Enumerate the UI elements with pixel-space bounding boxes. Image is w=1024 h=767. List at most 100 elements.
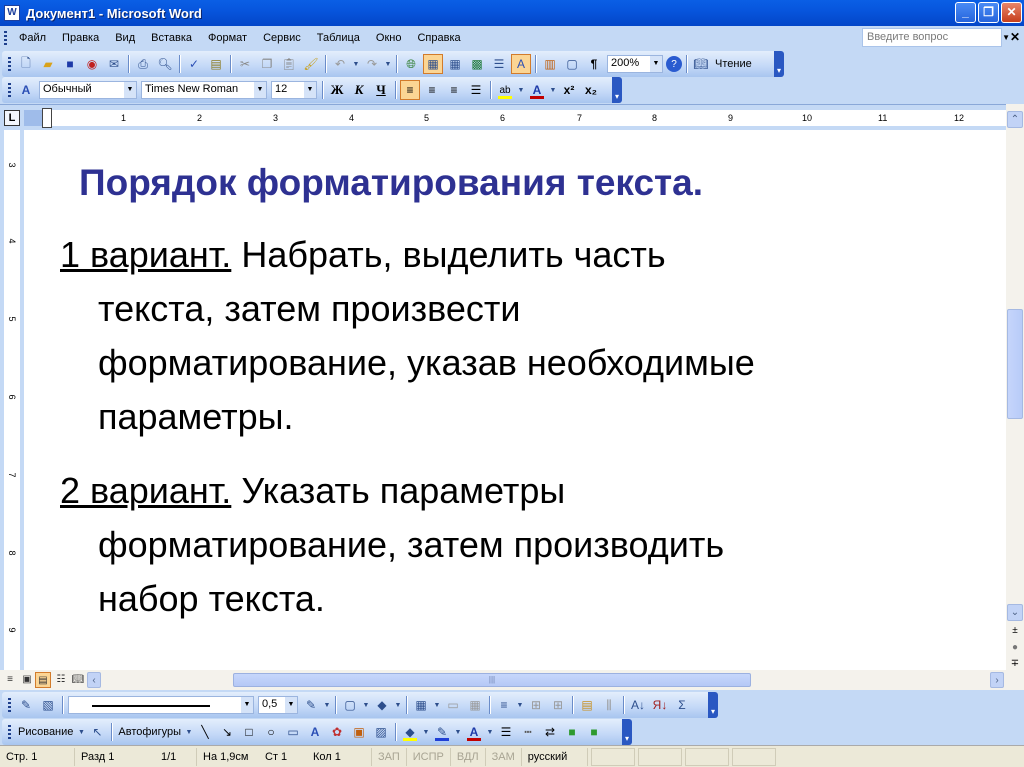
menu-table[interactable]: Таблица — [309, 32, 368, 44]
horizontal-scroll-thumb[interactable]: ||| — [233, 673, 751, 687]
menu-file[interactable]: Файл — [11, 32, 54, 44]
minimize-button[interactable]: _ — [955, 2, 976, 23]
format-painter-icon[interactable]: 🖌︎ — [301, 54, 321, 74]
drawing-dropdown-icon[interactable]: ▼ — [77, 722, 85, 742]
autoshapes-dropdown-icon[interactable]: ▼ — [185, 722, 193, 742]
shading-icon[interactable]: ◆ — [372, 695, 392, 715]
dash-style-icon[interactable]: ┅ — [518, 722, 538, 742]
ruler-strip[interactable]: 1 2 3 4 5 6 7 8 9 10 11 12 — [24, 110, 1006, 126]
cut-icon[interactable]: ✂ — [235, 54, 255, 74]
status-trk[interactable]: ИСПР — [407, 747, 451, 766]
menu-window[interactable]: Окно — [368, 32, 410, 44]
shadow-style-icon[interactable]: ■ — [562, 722, 582, 742]
diagram-icon[interactable]: ✿ — [327, 722, 347, 742]
redo-icon[interactable]: ↷ — [362, 54, 382, 74]
permission-icon[interactable]: ◉ — [82, 54, 102, 74]
font-color-dropdown-icon[interactable]: ▼ — [549, 80, 557, 100]
align-cell-icon[interactable]: ≡ — [494, 695, 514, 715]
menu-edit[interactable]: Правка — [54, 32, 107, 44]
previous-page-button[interactable]: ± — [1008, 625, 1022, 636]
toolbar-options-icon[interactable]: ▾ — [774, 51, 784, 77]
clip-art-icon[interactable]: ▣ — [349, 722, 369, 742]
toolbar-grip[interactable] — [8, 83, 11, 97]
font-size-combo[interactable]: 12 ▼ — [271, 81, 317, 99]
menu-format[interactable]: Формат — [200, 32, 255, 44]
restore-button[interactable]: ❐ — [978, 2, 999, 23]
fill-color-icon[interactable]: ◆ — [400, 722, 420, 742]
close-button[interactable]: ✕ — [1001, 2, 1022, 23]
text-box-icon[interactable]: ▭ — [283, 722, 303, 742]
reading-layout-view-button[interactable]: 📖︎ — [70, 672, 86, 688]
arrow-icon[interactable]: ↘ — [217, 722, 237, 742]
chevron-down-icon[interactable]: ▼ — [650, 56, 662, 72]
chevron-down-icon[interactable]: ▼ — [285, 697, 297, 713]
outline-view-button[interactable]: ☷ — [53, 672, 69, 688]
oval-icon[interactable]: ○ — [261, 722, 281, 742]
status-language[interactable]: русский (Ро — [522, 747, 588, 766]
copy-icon[interactable]: ❐ — [257, 54, 277, 74]
styles-formatting-icon[interactable]: A — [16, 80, 36, 100]
insert-picture-icon[interactable]: ▨ — [371, 722, 391, 742]
open-folder-icon[interactable]: ▰ — [38, 54, 58, 74]
align-cell-dropdown-icon[interactable]: ▼ — [516, 695, 524, 715]
show-hide-icon[interactable]: ¶ — [584, 54, 604, 74]
toolbar-grip[interactable] — [8, 725, 11, 739]
distribute-columns-icon[interactable]: ⊞ — [548, 695, 568, 715]
line-weight-combo[interactable]: 0,5 ▼ — [258, 696, 298, 714]
chevron-down-icon[interactable]: ▼ — [304, 82, 316, 98]
autosum-icon[interactable]: Σ — [672, 695, 692, 715]
status-ovr[interactable]: ЗАМ — [486, 747, 522, 766]
chevron-down-icon[interactable]: ▼ — [124, 82, 136, 98]
reading-button[interactable]: Чтение — [712, 58, 755, 70]
menu-view[interactable]: Вид — [107, 32, 143, 44]
document-map-icon[interactable]: ▥ — [540, 54, 560, 74]
normal-view-button[interactable]: ≡ — [2, 672, 18, 688]
zoom-combo[interactable]: 200% ▼ — [607, 55, 663, 73]
scroll-right-button[interactable]: › — [990, 672, 1004, 688]
save-icon[interactable]: ■ — [60, 54, 80, 74]
close-document-button[interactable]: ✕ — [1010, 30, 1020, 44]
sort-ascending-icon[interactable]: A↓ — [628, 695, 648, 715]
paste-icon[interactable]: 📋︎ — [279, 54, 299, 74]
line-style-combo[interactable]: ▼ — [68, 696, 254, 714]
split-cells-icon[interactable]: ▦ — [465, 695, 485, 715]
arrow-style-icon[interactable]: ⇄ — [540, 722, 560, 742]
underline-button[interactable]: Ч — [371, 80, 391, 100]
draw-table-icon[interactable]: ✎ — [16, 695, 36, 715]
horizontal-ruler[interactable]: L 1 2 3 4 5 6 7 8 9 10 11 12 — [0, 104, 1024, 130]
insert-table-dropdown-icon[interactable]: ▼ — [433, 695, 441, 715]
vertical-scroll-thumb[interactable] — [1007, 309, 1023, 419]
help-icon[interactable]: ? — [666, 56, 682, 72]
status-rec[interactable]: ЗАП — [372, 747, 407, 766]
autoshapes-menu-button[interactable]: Автофигуры — [115, 726, 184, 738]
line-icon[interactable]: ╲ — [195, 722, 215, 742]
scroll-up-button[interactable]: ⌃ — [1007, 111, 1023, 128]
web-layout-view-button[interactable]: ▣ — [19, 672, 35, 688]
style-combo[interactable]: Обычный ▼ — [39, 81, 137, 99]
columns-icon[interactable]: ☰ — [489, 54, 509, 74]
scroll-left-button[interactable]: ‹ — [87, 672, 101, 688]
wordart-icon[interactable]: A — [305, 722, 325, 742]
tab-selector[interactable]: L — [4, 110, 20, 126]
indent-marker[interactable] — [42, 108, 52, 128]
insert-table-icon[interactable]: ▦ — [445, 54, 465, 74]
drawing-menu-button[interactable]: Рисование — [15, 726, 76, 738]
toolbar-grip[interactable] — [8, 57, 11, 71]
3d-style-icon[interactable]: ■ — [584, 722, 604, 742]
vertical-ruler[interactable]: 3 4 5 6 7 8 9 — [0, 130, 24, 670]
next-page-button[interactable]: ∓ — [1008, 658, 1022, 669]
document-page[interactable]: Порядок форматирования текста. 1 вариант… — [24, 130, 1006, 670]
chevron-down-icon[interactable]: ▼ — [241, 697, 253, 713]
print-preview-icon[interactable]: 🔍︎ — [155, 54, 175, 74]
spelling-icon[interactable]: ✓ — [184, 54, 204, 74]
rectangle-icon[interactable]: □ — [239, 722, 259, 742]
menu-help[interactable]: Справка — [409, 32, 468, 44]
tables-borders-icon[interactable]: ▦ — [423, 54, 443, 74]
highlight-icon[interactable]: ab — [495, 80, 515, 100]
text-direction-icon[interactable]: ⫼ — [599, 695, 619, 715]
reading-layout-icon[interactable]: 📖︎ — [691, 54, 711, 74]
word-app-icon[interactable]: W — [4, 5, 20, 21]
undo-dropdown-icon[interactable]: ▼ — [352, 54, 360, 74]
bold-button[interactable]: Ж — [327, 80, 347, 100]
highlight-dropdown-icon[interactable]: ▼ — [517, 80, 525, 100]
